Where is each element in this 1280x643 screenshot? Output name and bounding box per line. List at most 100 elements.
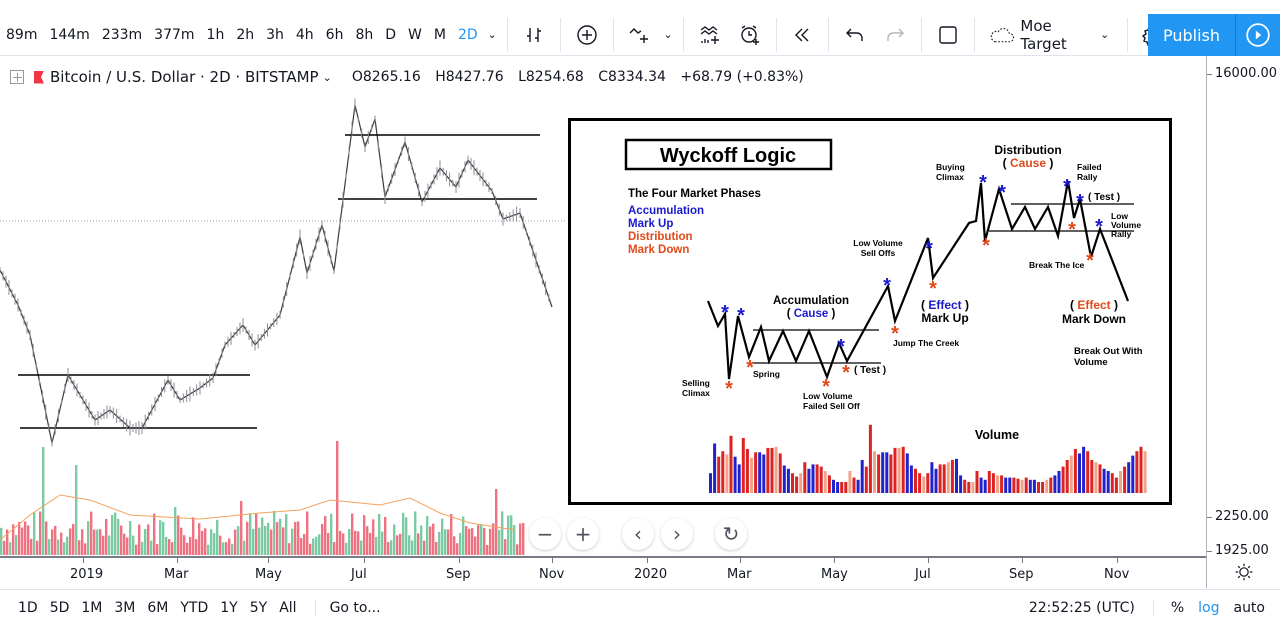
volume-bar	[501, 511, 504, 555]
volume-bar	[432, 523, 435, 555]
range-1d[interactable]: 1D	[12, 600, 44, 616]
compare-button[interactable]	[567, 14, 607, 56]
price-axis[interactable]: 16000.00 2250.00 1925.00	[1206, 56, 1280, 558]
volume-bar	[354, 530, 357, 555]
interval-233m[interactable]: 233m	[96, 14, 148, 56]
volume-bar	[150, 540, 153, 555]
bar-style-button[interactable]	[514, 14, 554, 56]
wyckoff-volume-bar	[713, 443, 717, 493]
indicators-chevron-icon[interactable]: ⌄	[659, 28, 676, 41]
zoom-out-button[interactable]: −	[529, 518, 561, 550]
red-star-icon: *	[1086, 250, 1094, 272]
range-ytd[interactable]: YTD	[174, 600, 214, 616]
range-3m[interactable]: 3M	[108, 600, 141, 616]
range-6m[interactable]: 6M	[141, 600, 174, 616]
divider	[506, 17, 508, 52]
range-1y[interactable]: 1Y	[214, 600, 243, 616]
layout-chevron-icon: ⌄	[1100, 28, 1110, 41]
range-5d[interactable]: 5D	[44, 600, 76, 616]
volume-bar	[459, 532, 462, 555]
scroll-left-button[interactable]: ‹	[622, 518, 654, 550]
wyckoff-volume-bar	[868, 424, 872, 493]
low-value: L8254.68	[518, 69, 584, 85]
interval-3h[interactable]: 3h	[260, 14, 290, 56]
wyckoff-volume-bar	[922, 476, 926, 493]
wyckoff-volume-bar	[848, 471, 852, 493]
interval-w[interactable]: W	[402, 14, 428, 56]
wyckoff-volume-bar	[1073, 449, 1077, 493]
time-tick	[364, 558, 365, 563]
change-value: +68.79 (+0.83%)	[680, 69, 804, 85]
interval-d[interactable]: D	[379, 14, 402, 56]
wyckoff-volume-bar	[1000, 475, 1004, 493]
volume-bar	[129, 520, 132, 555]
symbol-legend: Bitcoin / U.S. Dollar · 2D · BITSTAMP ⌄ …	[10, 66, 814, 88]
auto-scale-toggle[interactable]: auto	[1226, 600, 1272, 616]
wyckoff-volume-bar	[877, 454, 881, 493]
flag-icon[interactable]	[34, 70, 44, 84]
reset-chart-button[interactable]: ↻	[715, 518, 747, 550]
volume-bar	[321, 524, 324, 555]
divider	[775, 17, 777, 52]
volume-bar	[117, 518, 120, 555]
interval-m[interactable]: M	[428, 14, 452, 56]
volume-bar	[132, 535, 135, 555]
interval-6h[interactable]: 6h	[320, 14, 350, 56]
wyckoff-volume-bar	[860, 460, 864, 493]
expand-icon[interactable]	[10, 70, 24, 84]
wyckoff-volume-bar	[795, 476, 799, 493]
wyckoff-volume-bar	[1045, 479, 1049, 493]
symbol-chevron-icon[interactable]: ⌄	[319, 71, 336, 84]
wyckoff-volume-bar	[1061, 466, 1065, 493]
axis-settings-button[interactable]	[1206, 556, 1280, 588]
utc-clock[interactable]: 22:52:25 (UTC)	[1011, 600, 1154, 616]
volume-bar	[42, 447, 45, 555]
publish-button[interactable]: Publish	[1148, 14, 1236, 56]
wyckoff-volume-bar	[774, 446, 778, 493]
interval-4h[interactable]: 4h	[290, 14, 320, 56]
indicators-button[interactable]	[619, 14, 659, 56]
volume-bar	[222, 542, 225, 555]
volume-bar	[54, 525, 57, 555]
zoom-in-button[interactable]: +	[567, 518, 599, 550]
alert-button[interactable]	[730, 14, 770, 56]
goto-date-button[interactable]: Go to...	[314, 599, 395, 616]
range-all[interactable]: All	[273, 600, 302, 616]
interval-8h[interactable]: 8h	[349, 14, 379, 56]
symbol-title[interactable]: Bitcoin / U.S. Dollar · 2D · BITSTAMP	[50, 68, 319, 86]
log-scale-toggle[interactable]: log	[1191, 600, 1226, 616]
volume-bar	[225, 542, 228, 555]
range-5y[interactable]: 5Y	[244, 600, 273, 616]
percent-scale-toggle[interactable]: %	[1164, 600, 1191, 616]
undo-button[interactable]	[835, 14, 875, 56]
interval-377m[interactable]: 377m	[148, 14, 200, 56]
volume-bar	[306, 511, 309, 555]
redo-button[interactable]	[875, 14, 915, 56]
interval-2d[interactable]: 2D	[452, 14, 484, 56]
interval-2h[interactable]: 2h	[230, 14, 260, 56]
bottom-toolbar: 1D 5D 1M 3M 6M YTD 1Y 5Y All Go to... 22:52:25 (…	[0, 589, 1280, 625]
failed-rally-label: Failed	[1077, 162, 1102, 172]
financials-button[interactable]	[690, 14, 730, 56]
markdown-label: Mark Down	[1062, 312, 1126, 326]
volume-bar	[198, 523, 201, 555]
layout-name-dropdown[interactable]: Moe Target ⌄	[981, 17, 1121, 53]
volume-bar	[381, 531, 384, 555]
layout-button[interactable]	[928, 14, 968, 56]
replay-button[interactable]	[782, 14, 822, 56]
scroll-right-button[interactable]: ›	[661, 518, 693, 550]
wyckoff-volume-bar	[1139, 446, 1143, 493]
wyckoff-volume-bar	[1049, 477, 1053, 493]
time-axis[interactable]: 2019 Mar May Jul Sep Nov 2020 Mar May Jul Sep Nov	[0, 556, 1206, 588]
interval-89m[interactable]: 89m	[0, 14, 43, 56]
range-1m[interactable]: 1M	[75, 600, 108, 616]
interval-dropdown-chevron-icon[interactable]: ⌄	[484, 28, 501, 41]
interval-1h[interactable]: 1h	[201, 14, 231, 56]
volume-bar	[300, 537, 303, 555]
volume-bar	[315, 536, 318, 555]
volume-bar	[270, 529, 273, 555]
wyckoff-volume-bar	[1020, 479, 1024, 493]
spring-label: Spring	[753, 369, 780, 379]
interval-144m[interactable]: 144m	[43, 14, 95, 56]
publish-video-button[interactable]	[1236, 14, 1280, 56]
